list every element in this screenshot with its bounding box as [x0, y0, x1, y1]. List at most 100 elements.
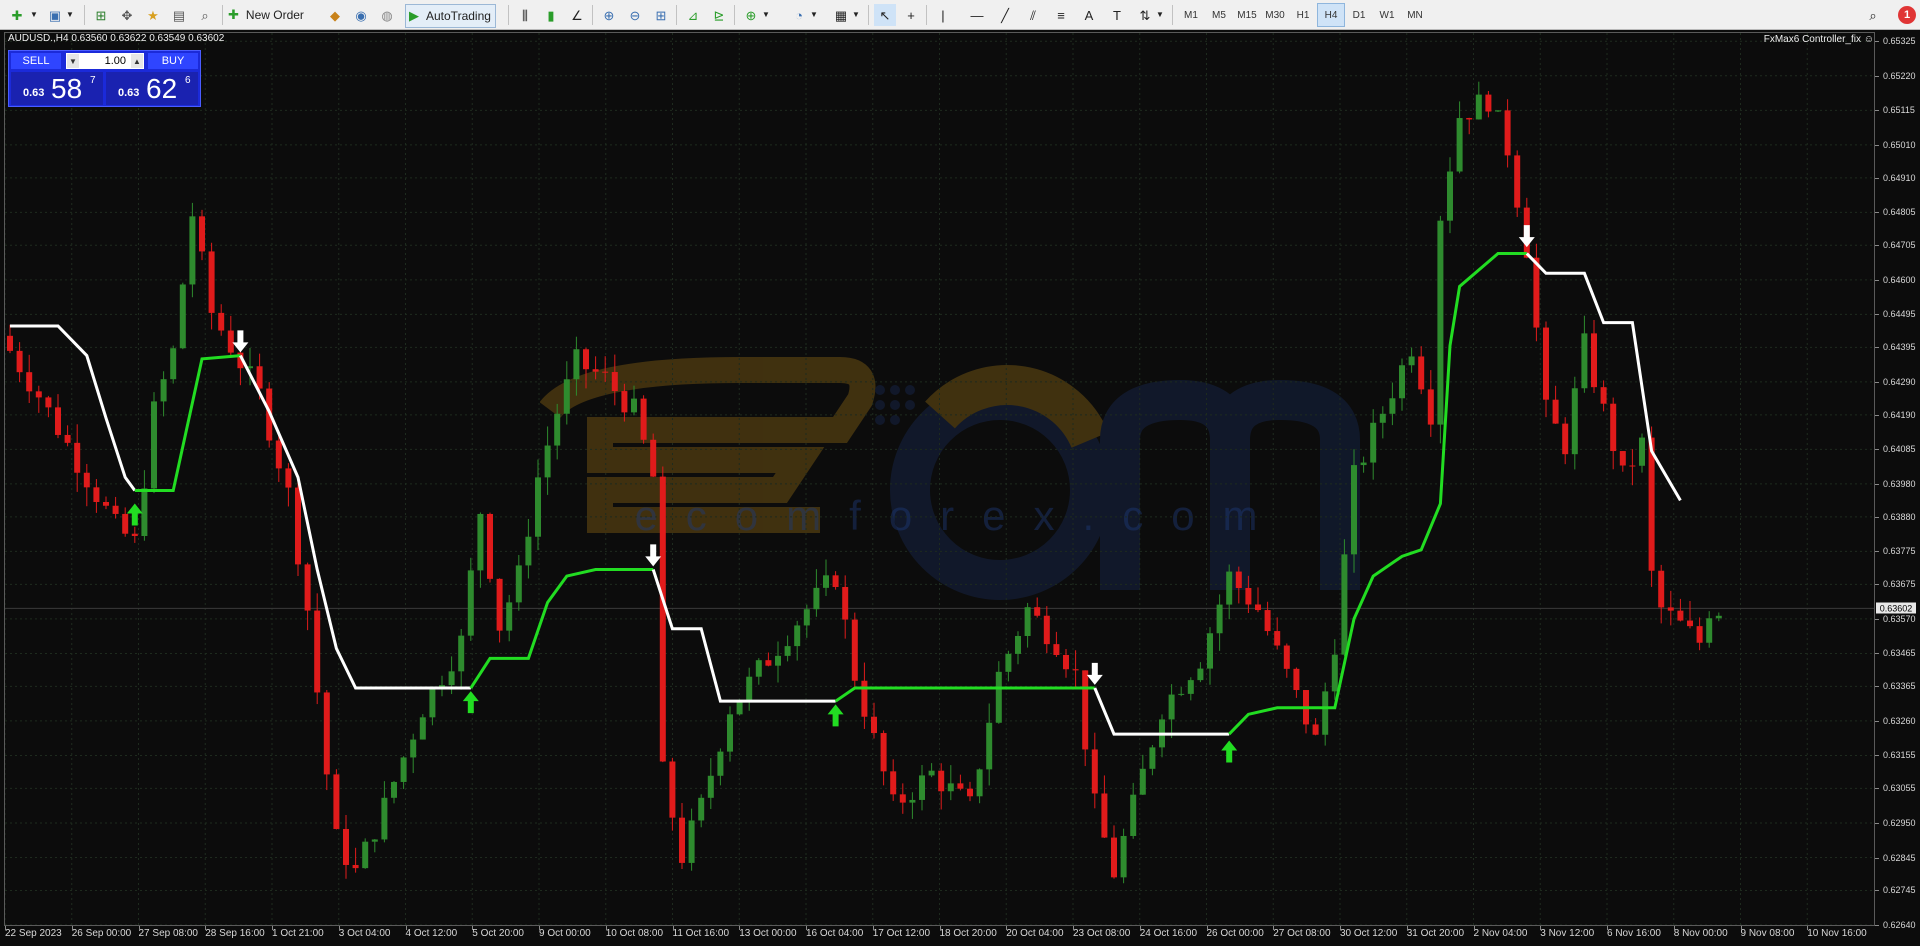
timeframe-d1[interactable]: D1 — [1346, 4, 1372, 26]
buy-button[interactable]: BUY — [148, 53, 198, 69]
arrows-icon[interactable]: ⇅ — [1134, 4, 1156, 26]
zoom-out-icon[interactable]: ⊖ — [624, 4, 646, 26]
time-tick-label: 17 Oct 12:00 — [872, 928, 931, 939]
fibonacci-icon[interactable]: ≡ — [1050, 4, 1072, 26]
templates-icon[interactable]: ▦ — [830, 4, 852, 26]
timeframe-m1[interactable]: M1 — [1178, 4, 1204, 26]
bid-quote[interactable]: 0.63 58 7 — [11, 72, 103, 105]
time-tick-label: 23 Oct 08:00 — [1073, 928, 1131, 939]
indicators-icon[interactable]: ⊕ — [740, 4, 762, 26]
chart-window[interactable]: ecomforex.com AUDUSD.,H4 0.63560 0.63622… — [0, 30, 1920, 946]
alert-badge[interactable]: 1 — [1898, 6, 1916, 24]
lot-down-icon[interactable]: ▼ — [67, 54, 79, 68]
time-tick-mark — [1073, 926, 1074, 930]
timeframe-m30[interactable]: M30 — [1262, 4, 1288, 26]
timeframe-m5[interactable]: M5 — [1206, 4, 1232, 26]
timeframe-h1[interactable]: H1 — [1290, 4, 1316, 26]
market-icon[interactable]: ◍ — [376, 4, 398, 26]
timeframe-mn[interactable]: MN — [1402, 4, 1428, 26]
price-tick-label: 0.65220 — [1883, 70, 1916, 81]
autoscroll-icon[interactable]: ⊵ — [708, 4, 730, 26]
timeframe-w1[interactable]: W1 — [1374, 4, 1400, 26]
line-chart-icon[interactable]: ∠ — [566, 4, 588, 26]
tile-windows-icon[interactable]: ⊞ — [650, 4, 672, 26]
new-order-icon: ✚ — [228, 7, 239, 22]
price-tick-mark — [1875, 212, 1879, 214]
bar-chart-icon[interactable]: ⫼ — [514, 4, 536, 26]
ask-quote[interactable]: 0.63 62 6 — [106, 72, 198, 105]
new-chart-icon[interactable]: ✚ — [6, 4, 28, 26]
autotrading-button[interactable]: ▶ AutoTrading — [405, 4, 496, 28]
favorites-icon[interactable]: ★ — [142, 4, 164, 26]
crosshair-icon[interactable]: + — [900, 4, 922, 26]
sell-button[interactable]: SELL — [11, 53, 61, 69]
price-tick-label: 0.63465 — [1883, 648, 1916, 659]
metaeditor-icon[interactable]: ◆ — [324, 4, 346, 26]
time-tick-label: 2 Nov 04:00 — [1473, 928, 1528, 939]
price-tick-mark — [1875, 925, 1879, 926]
periods-dropdown-icon[interactable]: ▼ — [808, 4, 820, 26]
trendline-icon[interactable]: ╱ — [994, 4, 1016, 26]
price-tick-label: 0.63980 — [1883, 478, 1916, 489]
time-tick-label: 22 Sep 2023 — [5, 928, 62, 939]
search-icon[interactable]: ⌕ — [1862, 4, 1884, 26]
market-watch-icon[interactable]: ⊞ — [90, 4, 112, 26]
price-tick-label: 0.63365 — [1883, 681, 1916, 692]
price-tick-label: 0.63570 — [1883, 613, 1916, 624]
strategy-tester-icon[interactable]: ⌕ — [194, 4, 216, 26]
ask-sup: 6 — [185, 75, 191, 86]
candlestick-icon[interactable]: ▮ — [540, 4, 562, 26]
text-label-icon[interactable]: T — [1106, 4, 1128, 26]
current-price-label: 0.63602 — [1876, 602, 1916, 614]
time-tick-mark — [1340, 926, 1341, 930]
timeframe-m15[interactable]: M15 — [1234, 4, 1260, 26]
time-tick-label: 28 Sep 16:00 — [205, 928, 265, 939]
terminal-icon[interactable]: ▤ — [168, 4, 190, 26]
time-tick-label: 27 Sep 08:00 — [138, 928, 199, 939]
vertical-line-icon[interactable]: | — [932, 4, 954, 26]
time-tick-mark — [5, 926, 6, 930]
periods-icon[interactable]: ◔ — [788, 4, 810, 26]
price-tick-mark — [1875, 314, 1879, 316]
lot-up-icon[interactable]: ▲ — [131, 54, 143, 68]
price-tick-mark — [1875, 618, 1879, 620]
price-tick-mark — [1875, 755, 1879, 757]
navigator-icon[interactable]: ✥ — [116, 4, 138, 26]
time-tick-label: 9 Oct 00:00 — [539, 928, 591, 939]
cursor-icon[interactable]: ↖ — [874, 4, 896, 26]
price-tick-mark — [1875, 279, 1879, 281]
price-tick-label: 0.63055 — [1883, 783, 1916, 794]
price-tick-mark — [1875, 177, 1879, 179]
new-order-button[interactable]: ✚ New Order — [228, 4, 308, 26]
lot-input[interactable] — [80, 53, 128, 69]
time-tick-mark — [71, 926, 73, 930]
templates-dropdown-icon[interactable]: ▼ — [850, 4, 862, 26]
time-tick-mark — [739, 926, 741, 930]
indicators-dropdown-icon[interactable]: ▼ — [760, 4, 772, 26]
horizontal-line-icon[interactable]: — — [966, 4, 988, 26]
profiles-dropdown-icon[interactable]: ▼ — [64, 4, 76, 26]
arrows-dropdown-icon[interactable]: ▼ — [1154, 4, 1166, 26]
price-tick-mark — [1875, 381, 1879, 383]
profiles-icon[interactable]: ▣ — [44, 4, 66, 26]
time-tick-label: 3 Nov 12:00 — [1540, 928, 1595, 939]
time-tick-mark — [672, 926, 674, 930]
zoom-in-icon[interactable]: ⊕ — [598, 4, 620, 26]
price-tick-mark — [1875, 449, 1879, 451]
equidistant-channel-icon[interactable]: ⫽ — [1022, 4, 1044, 26]
time-tick-label: 10 Oct 08:00 — [605, 928, 664, 939]
price-tick-mark — [1875, 822, 1879, 824]
price-tick-label: 0.65325 — [1883, 36, 1916, 47]
indicator-label: FxMax6 Controller_fix ☺ — [1763, 34, 1874, 45]
price-tick-mark — [1875, 516, 1879, 518]
time-tick-label: 9 Nov 08:00 — [1740, 928, 1795, 939]
new-chart-dropdown-icon[interactable]: ▼ — [28, 4, 40, 26]
price-tick-label: 0.63775 — [1883, 546, 1916, 557]
price-tick-mark — [1875, 347, 1879, 349]
main-toolbar: ✚ ▼ ▣ ▼ ⊞ ✥ ★ ▤ ⌕ ✚ New Order ◆ ◉ ◍ ▶ Au… — [0, 0, 1920, 30]
chart-shift-icon[interactable]: ⊿ — [682, 4, 704, 26]
signals-icon[interactable]: ◉ — [350, 4, 372, 26]
price-tick-label: 0.63675 — [1883, 579, 1916, 590]
text-icon[interactable]: A — [1078, 4, 1100, 26]
timeframe-h4[interactable]: H4 — [1317, 3, 1345, 27]
